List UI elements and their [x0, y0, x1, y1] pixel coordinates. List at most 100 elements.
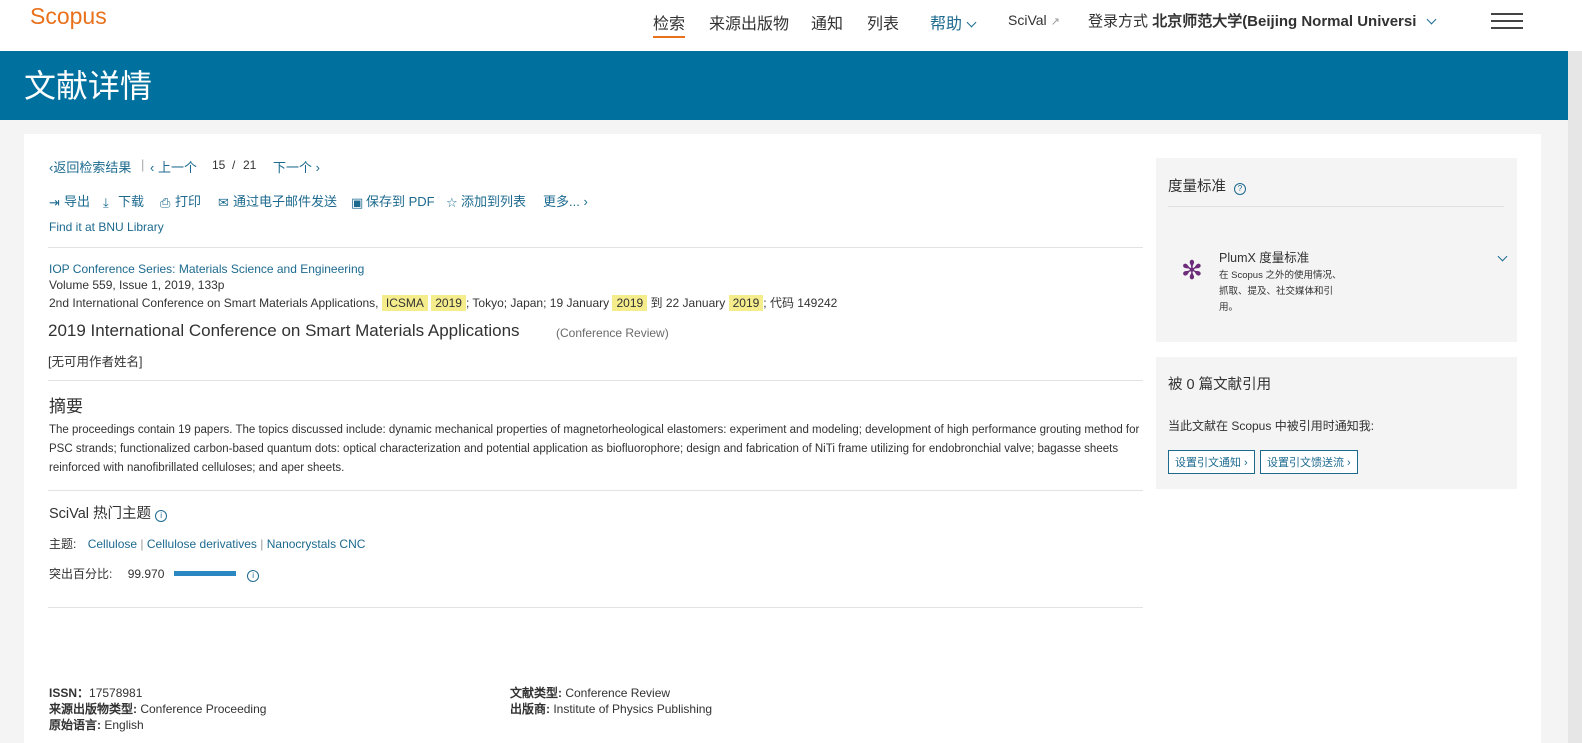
issn-value: 17578981: [89, 686, 143, 700]
document-type-row: 文献类型: Conference Review: [510, 684, 670, 701]
cited-by-heading: 被 0 篇文献引用: [1168, 377, 1272, 393]
email-icon: ✉: [218, 195, 229, 210]
nav-scival-label: SciVal: [1008, 12, 1047, 28]
nav-lists[interactable]: 列表: [867, 10, 899, 34]
percentile-value: 99.970: [127, 567, 165, 581]
download-label: 下载: [118, 194, 145, 209]
topic-separator: |: [260, 537, 264, 551]
issn-label: ISSN：: [49, 686, 90, 700]
save-pdf-button[interactable]: ▣ 保存到 PDF: [351, 191, 435, 210]
citation-notify-text: 当此文献在 Scopus 中被引用时通知我:: [1168, 419, 1375, 433]
back-label: 返回检索结果: [53, 160, 132, 175]
add-to-list-button[interactable]: ☆ 添加到列表: [446, 191, 526, 210]
divider: [48, 380, 1143, 381]
print-icon: ⎙: [160, 195, 171, 210]
publisher-label: 出版商:: [510, 702, 550, 716]
login-prefix: 登录方式: [1088, 13, 1149, 30]
topic-link[interactable]: Cellulose derivatives: [147, 537, 257, 551]
abstract-heading: 摘要: [49, 397, 83, 416]
document-title: 2019 International Conference on Smart M…: [48, 321, 520, 340]
export-label: 导出: [64, 194, 91, 209]
download-button[interactable]: ⤓ 下载: [103, 191, 144, 210]
topic-separator: |: [140, 537, 144, 551]
scopus-logo[interactable]: Scopus: [30, 3, 107, 30]
nav-search[interactable]: 检索: [653, 10, 686, 38]
divider: [48, 490, 1143, 491]
volume-info: Volume 559, Issue 1, 2019, 133p: [49, 278, 225, 292]
info-icon[interactable]: i: [155, 510, 168, 522]
citation-alert-label: 设置引文通知: [1175, 457, 1241, 469]
library-link[interactable]: Find it at BNU Library: [49, 220, 164, 234]
nav-help-label: 帮助: [930, 16, 963, 33]
plumx-desc-line: 在 Scopus 之外的使用情况、: [1219, 270, 1342, 281]
page-title: 文献详情: [24, 68, 153, 104]
download-icon: ⤓: [103, 195, 109, 210]
metrics-title: 度量标准: [1168, 179, 1226, 195]
back-to-results-link[interactable]: ‹返回检索结果: [49, 157, 131, 176]
end-date: 到 22 January: [650, 296, 726, 310]
scival-topic-heading: SciVal 热门主题 i: [49, 502, 168, 523]
plumx-desc-line: 用。: [1219, 302, 1239, 313]
conference-location: ; Tokyo; Japan; 19 January: [465, 296, 610, 310]
breadcrumb-divider: |: [141, 157, 145, 172]
institution-name: 北京师范大学(Beijing Normal Universi: [1152, 13, 1417, 30]
source-type-label: 来源出版物类型:: [49, 702, 137, 716]
pdf-icon: ▣: [351, 195, 364, 210]
email-button[interactable]: ✉ 通过电子邮件发送: [218, 191, 337, 210]
more-button[interactable]: 更多... ›: [543, 191, 588, 210]
print-button[interactable]: ⎙ 打印: [160, 191, 201, 210]
nav-scival[interactable]: SciVal ↗: [1008, 12, 1060, 28]
conference-name: 2nd International Conference on Smart Ma…: [49, 296, 379, 310]
login-institution[interactable]: 登录方式 北京师范大学(Beijing Normal Universi: [1088, 10, 1437, 31]
conference-info: 2nd International Conference on Smart Ma…: [49, 294, 837, 311]
set-citation-alert-button[interactable]: 设置引文通知 ›: [1168, 450, 1255, 474]
publisher-row: 出版商: Institute of Physics Publishing: [510, 700, 712, 717]
nav-help[interactable]: 帮助: [930, 10, 977, 34]
source-title-link[interactable]: IOP Conference Series: Materials Science…: [49, 262, 364, 276]
abstract-text: The proceedings contain 19 papers. The t…: [49, 424, 1140, 474]
topic-label: 主题:: [49, 537, 77, 551]
source-type-row: 来源出版物类型: Conference Proceeding: [49, 700, 266, 717]
metrics-heading: 度量标准 ?: [1168, 175, 1247, 196]
next-link[interactable]: 下一个 ›: [273, 157, 320, 176]
scrollbar[interactable]: [1568, 51, 1582, 743]
language-value: English: [104, 718, 144, 732]
chevron-down-icon: [1426, 14, 1437, 25]
more-label: 更多...: [543, 194, 580, 209]
menu-icon[interactable]: [1491, 13, 1523, 34]
percentile-row: 突出百分比: 99.970 i: [49, 565, 260, 582]
export-button[interactable]: ⇥ 导出: [49, 191, 90, 210]
nav-sources[interactable]: 来源出版物: [709, 10, 789, 34]
issn-row: ISSN：17578981: [49, 684, 142, 701]
divider: [1168, 206, 1504, 207]
citation-feed-label: 设置引文馈送流: [1267, 457, 1344, 469]
export-icon: ⇥: [49, 195, 60, 210]
set-citation-feed-button[interactable]: 设置引文馈送流 ›: [1260, 450, 1358, 474]
page-banner: 文献详情: [0, 51, 1568, 120]
topic-row: 主题: Cellulose | Cellulose derivatives | …: [49, 535, 365, 552]
print-label: 打印: [175, 194, 202, 209]
star-icon: ☆: [446, 195, 458, 210]
result-total: 21: [243, 158, 257, 172]
external-link-icon: ↗: [1050, 16, 1060, 28]
help-icon[interactable]: ?: [1234, 183, 1247, 195]
result-position: 15: [212, 158, 226, 172]
start-year: 2019: [612, 295, 648, 311]
language-row: 原始语言: English: [49, 716, 144, 733]
expand-plumx[interactable]: [1493, 250, 1508, 268]
chevron-down-icon: [1497, 251, 1508, 262]
plumx-icon: ✻: [1181, 255, 1203, 285]
divider: [48, 247, 1143, 248]
previous-link[interactable]: ‹ 上一个: [150, 157, 197, 176]
info-icon[interactable]: i: [247, 570, 260, 582]
document-type-label: (Conference Review): [556, 326, 669, 340]
add-to-list-label: 添加到列表: [461, 194, 527, 209]
topic-link[interactable]: Cellulose: [88, 537, 137, 551]
result-separator: /: [232, 158, 236, 172]
topic-link[interactable]: Nanocrystals CNC: [267, 537, 366, 551]
authors: [无可用作者姓名]: [48, 355, 143, 369]
email-label: 通过电子邮件发送: [233, 194, 338, 209]
plumx-title[interactable]: PlumX 度量标准: [1219, 247, 1309, 266]
nav-alerts[interactable]: 通知: [811, 10, 843, 34]
next-label: 下一个: [273, 160, 313, 175]
